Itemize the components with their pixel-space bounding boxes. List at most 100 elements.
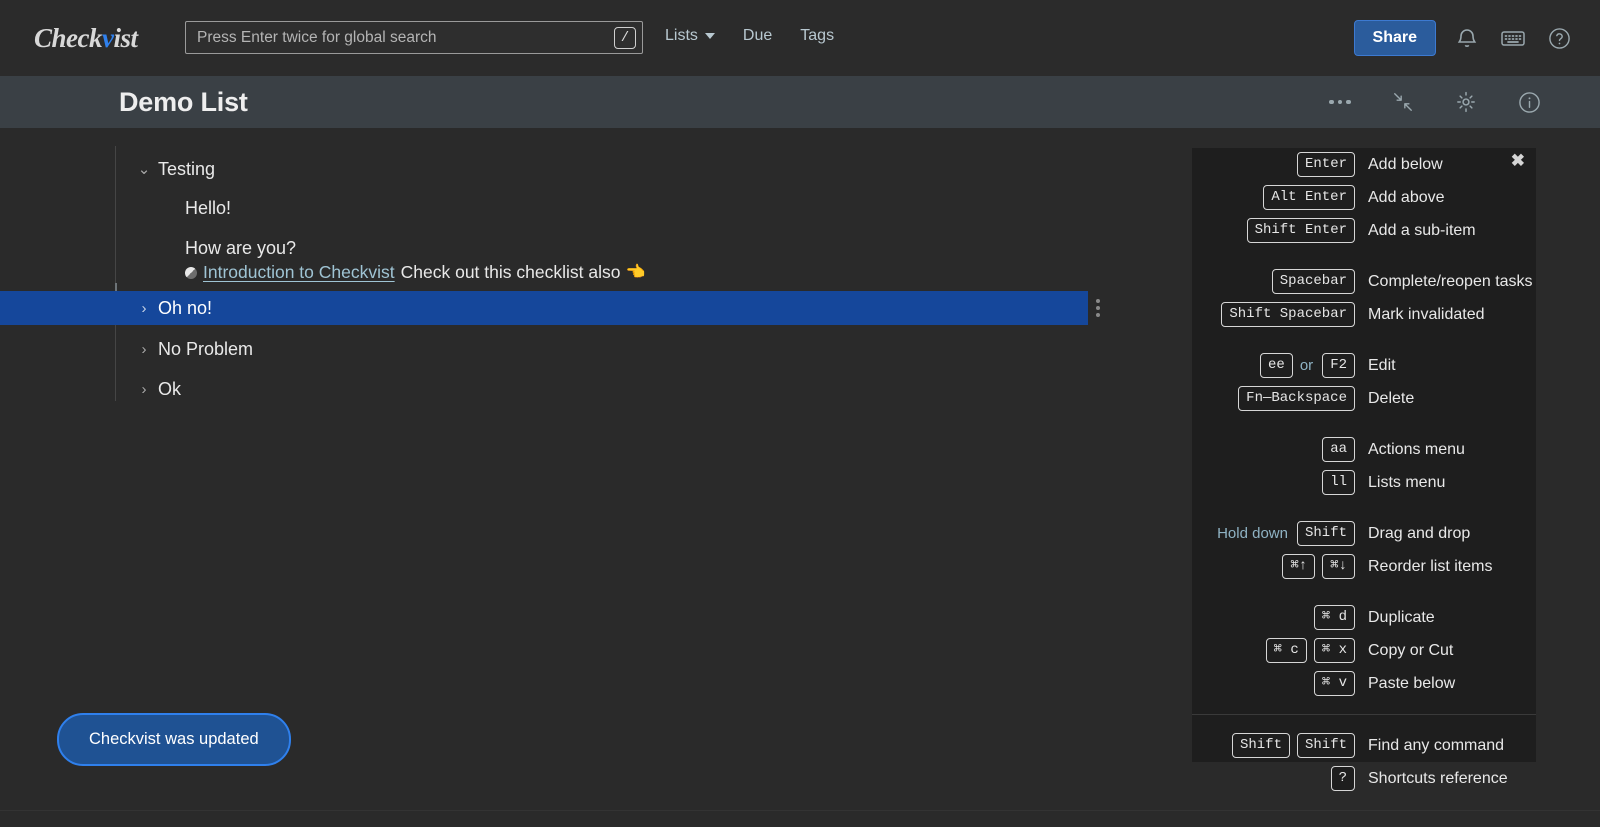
shortcut-prefix-text: Hold down [1217, 525, 1288, 542]
toast-notification[interactable]: Checkvist was updated [57, 713, 291, 766]
shortcut-keys: aa [1192, 437, 1355, 462]
shortcut-row: ⌘↑ ⌘↓ Reorder list items [1192, 550, 1536, 583]
shortcut-row: Shift Enter Add a sub-item [1192, 214, 1536, 247]
list-item-label: Ok [158, 378, 182, 399]
keycap: ee [1260, 353, 1293, 378]
chevron-right-icon[interactable]: › [130, 382, 158, 397]
main-nav: Lists Due Tags [665, 27, 834, 45]
top-right-actions: Share [1353, 20, 1574, 56]
shortcut-label: Reorder list items [1368, 557, 1493, 575]
pointing-hand-icon: 👈 [625, 264, 646, 281]
shortcut-label: Mark invalidated [1368, 305, 1485, 323]
keycap: ⌘ v [1313, 671, 1355, 696]
shortcut-keys: Shift Spacebar [1192, 302, 1355, 327]
list-item-label: Oh no! [158, 297, 213, 318]
logo-suffix: ist [113, 22, 138, 53]
shortcut-label: Complete/reopen tasks [1368, 272, 1533, 290]
checkvist-logo[interactable]: Checkvist [34, 23, 138, 54]
logo-accent-letter: v [102, 22, 114, 53]
close-icon[interactable]: ✖ [1511, 152, 1525, 169]
shortcut-label: Drag and drop [1368, 524, 1471, 542]
shortcuts-group: Shift Shift Find any command? Shortcuts ref… [1192, 714, 1536, 795]
shortcut-row: Hold down Shift Drag and drop [1192, 517, 1536, 550]
nav-item-lists[interactable]: Lists [665, 27, 715, 45]
shortcut-label: Copy or Cut [1368, 641, 1454, 659]
row-actions-menu-icon[interactable] [1096, 291, 1100, 325]
shortcut-keys: ⌘↑ ⌘↓ [1192, 554, 1355, 579]
shortcut-label: Add below [1368, 155, 1443, 173]
keycap: Alt Enter [1263, 185, 1355, 210]
list-item-selected[interactable]: › Oh no! [0, 291, 1088, 325]
shortcut-keys: ll [1192, 470, 1355, 495]
nav-item-due[interactable]: Due [743, 27, 772, 45]
shortcut-row: ⌘ v Paste below [1192, 667, 1536, 700]
shortcuts-group: Hold down Shift Drag and drop ⌘↑ ⌘↓ Reorder l… [1192, 517, 1536, 583]
shortcuts-groups: Enter Add below Alt Enter Add above Shift En… [1192, 148, 1536, 795]
chevron-right-icon[interactable]: › [130, 301, 158, 316]
shortcut-keys: ⌘ v [1192, 671, 1355, 696]
introduction-link[interactable]: Introduction to Checkvist [203, 262, 395, 283]
keycap: Shift [1296, 521, 1355, 546]
list-item[interactable]: ⌄ Testing [130, 152, 215, 186]
globe-icon [185, 267, 197, 279]
global-search[interactable]: / [185, 21, 643, 54]
shortcut-label: Paste below [1368, 674, 1456, 692]
shortcut-label: Lists menu [1368, 473, 1446, 491]
collapse-all-icon[interactable] [1388, 87, 1418, 117]
nav-item-tags[interactable]: Tags [800, 27, 834, 45]
shortcut-label: Shortcuts reference [1368, 769, 1508, 787]
shortcut-row: Spacebar Complete/reopen tasks [1192, 265, 1536, 298]
shortcut-row: Shift Shift Find any command [1192, 729, 1536, 762]
shortcut-row: ll Lists menu [1192, 466, 1536, 499]
search-input[interactable] [186, 22, 614, 53]
list-item-label: Hello! [185, 197, 232, 218]
shortcut-keys: Shift Shift [1192, 733, 1355, 758]
share-button[interactable]: Share [1353, 20, 1436, 56]
info-icon[interactable] [1514, 87, 1544, 117]
shortcut-keys: ee or F2 [1192, 353, 1355, 378]
shortcuts-group-gap [1192, 331, 1536, 349]
keycap: ⌘↑ [1282, 554, 1316, 579]
keycap: ? [1330, 766, 1355, 791]
list-item-note[interactable]: Introduction to Checkvist Check out this… [185, 255, 645, 289]
bottom-divider [0, 810, 1600, 811]
keycap: Shift [1231, 733, 1290, 758]
shortcuts-group-gap [1192, 247, 1536, 265]
page-title[interactable]: Demo List [119, 87, 248, 118]
shortcuts-group: Spacebar Complete/reopen tasks Shift Space… [1192, 265, 1536, 331]
keycap: Shift Enter [1246, 218, 1355, 243]
shortcut-row: ? Shortcuts reference [1192, 762, 1536, 795]
shortcut-label: Find any command [1368, 736, 1505, 754]
bell-icon[interactable] [1452, 23, 1482, 53]
shortcut-keys: Hold down Shift [1192, 521, 1355, 546]
keyboard-icon[interactable] [1498, 23, 1528, 53]
shortcut-keys: Spacebar [1192, 269, 1355, 294]
shortcuts-panel: ✖ Enter Add below Alt Enter Add above Shift … [1192, 148, 1536, 791]
help-icon[interactable] [1544, 23, 1574, 53]
shortcut-keys: ? [1192, 766, 1355, 791]
more-menu-icon[interactable] [1325, 87, 1355, 117]
shortcut-label: Add above [1368, 188, 1445, 206]
keycap: ⌘ x [1313, 638, 1355, 663]
shortcut-label: Duplicate [1368, 608, 1435, 626]
logo-prefix: Check [34, 22, 103, 53]
shortcut-row: ee or F2 Edit [1192, 349, 1536, 382]
list-item[interactable]: Hello! [185, 191, 231, 225]
shortcut-label: Delete [1368, 389, 1415, 407]
shortcuts-group-gap [1192, 583, 1536, 601]
shortcut-row: Alt Enter Add above [1192, 181, 1536, 214]
list-item[interactable]: › No Problem [130, 332, 254, 366]
list-title-bar: Demo List [0, 76, 1600, 128]
keycap: Shift [1296, 733, 1355, 758]
nav-lists-label: Lists [665, 27, 698, 44]
shortcut-label: Edit [1368, 356, 1396, 374]
chevron-right-icon[interactable]: › [130, 342, 158, 357]
keycap: Enter [1296, 152, 1355, 177]
list-item[interactable]: › Ok [130, 372, 182, 406]
settings-gear-icon[interactable] [1451, 87, 1481, 117]
shortcuts-group: ⌘ d Duplicate ⌘ c ⌘ x Copy or Cut ⌘ v Paste be… [1192, 601, 1536, 700]
chevron-down-icon[interactable]: ⌄ [130, 162, 158, 177]
keycap: Spacebar [1271, 269, 1355, 294]
shortcut-row: Shift Spacebar Mark invalidated [1192, 298, 1536, 331]
shortcuts-group-gap [1192, 499, 1536, 517]
